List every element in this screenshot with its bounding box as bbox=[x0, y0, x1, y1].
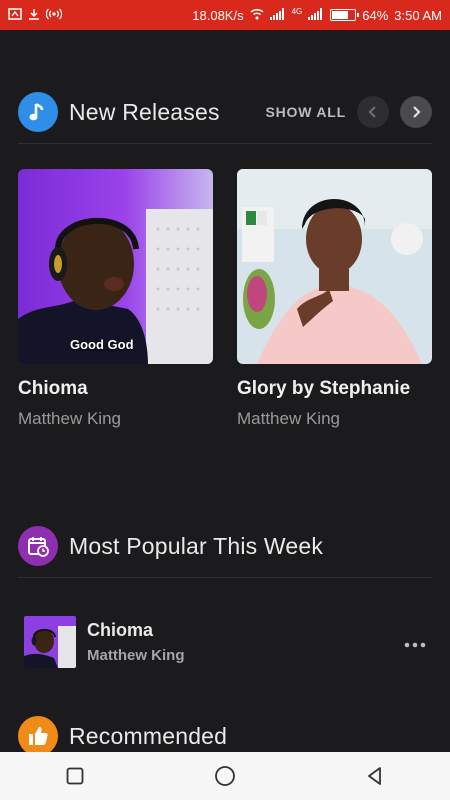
track-artist[interactable]: Matthew King bbox=[87, 647, 185, 664]
screenshot-icon bbox=[8, 8, 22, 22]
album-art[interactable]: Good God bbox=[18, 169, 213, 364]
release-title[interactable]: Glory by Stephanie bbox=[237, 378, 432, 400]
signal-icon-2 bbox=[308, 8, 324, 22]
back-button[interactable] bbox=[351, 752, 399, 800]
calendar-clock-icon bbox=[18, 526, 58, 566]
divider bbox=[18, 143, 432, 144]
recent-apps-button[interactable] bbox=[51, 752, 99, 800]
release-artist[interactable]: Matthew King bbox=[237, 409, 432, 429]
chevron-left-icon bbox=[368, 106, 376, 118]
recommended-header: Recommended bbox=[18, 716, 432, 752]
release-artist[interactable]: Matthew King bbox=[18, 409, 213, 429]
hotspot-icon bbox=[45, 8, 63, 22]
new-releases-title: New Releases bbox=[69, 98, 220, 125]
circle-icon bbox=[215, 766, 235, 786]
clock: 3:50 AM bbox=[394, 7, 442, 23]
album-art[interactable] bbox=[237, 169, 432, 364]
release-card[interactable]: Good God Chioma Matthew King bbox=[18, 169, 213, 429]
track-thumbnail[interactable] bbox=[24, 616, 76, 668]
main-content[interactable]: New Releases SHOW ALL Good God Chioma Ma… bbox=[0, 30, 450, 752]
status-bar: 18.08K/s 4G 64% 3:50 AM bbox=[0, 0, 450, 30]
network-type: 4G bbox=[291, 6, 303, 16]
battery-percent: 64% bbox=[362, 7, 389, 23]
navigation-bar bbox=[0, 752, 450, 800]
download-icon bbox=[28, 8, 40, 22]
network-speed: 18.08K/s bbox=[192, 7, 244, 23]
list-item[interactable]: Chioma Matthew King bbox=[24, 616, 426, 668]
prev-button[interactable] bbox=[357, 96, 389, 128]
most-popular-title: Most Popular This Week bbox=[69, 532, 324, 559]
release-card[interactable]: Glory by Stephanie Matthew King bbox=[237, 169, 432, 429]
recommended-title: Recommended bbox=[69, 722, 228, 749]
track-title[interactable]: Chioma bbox=[87, 620, 185, 641]
new-releases-header: New Releases SHOW ALL bbox=[18, 92, 432, 132]
release-title[interactable]: Chioma bbox=[18, 378, 213, 400]
album-art-caption: Good God bbox=[70, 337, 134, 352]
divider bbox=[18, 577, 432, 578]
more-options-icon[interactable] bbox=[404, 631, 426, 654]
next-button[interactable] bbox=[400, 96, 432, 128]
back-triangle-icon bbox=[368, 767, 381, 785]
show-all-link[interactable]: SHOW ALL bbox=[265, 104, 346, 120]
chevron-right-icon bbox=[413, 106, 421, 118]
wifi-icon bbox=[250, 8, 264, 22]
square-icon bbox=[66, 767, 84, 785]
home-button[interactable] bbox=[201, 752, 249, 800]
music-note-icon bbox=[18, 92, 58, 132]
signal-icon bbox=[269, 8, 286, 22]
battery-icon bbox=[330, 9, 360, 21]
thumbs-up-icon bbox=[18, 716, 58, 752]
most-popular-header: Most Popular This Week bbox=[18, 526, 432, 566]
